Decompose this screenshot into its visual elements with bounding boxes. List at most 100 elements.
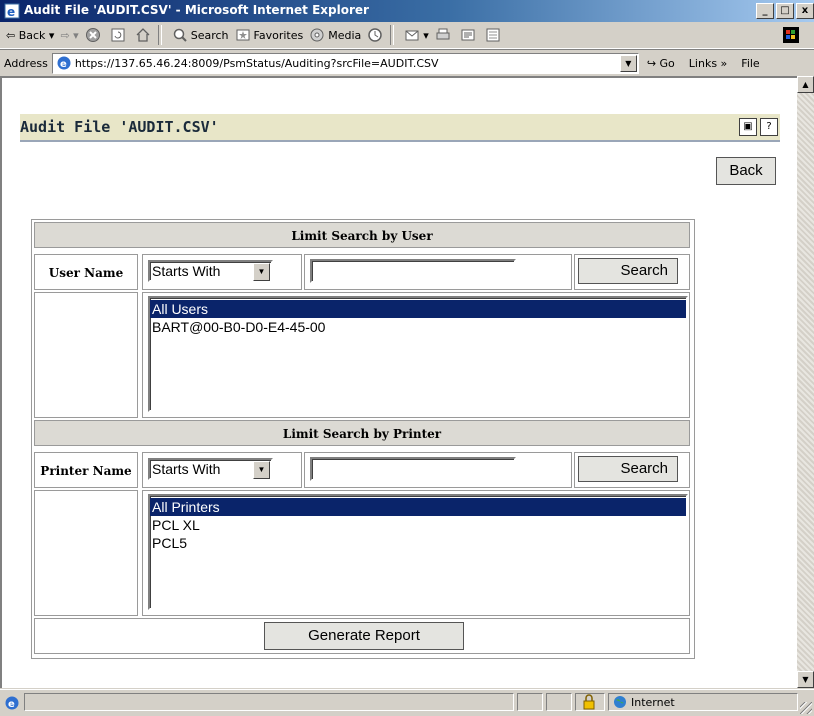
status-pane (546, 693, 572, 711)
search-icon (173, 28, 187, 42)
edit-button[interactable] (460, 27, 479, 43)
user-match-select[interactable]: Starts With ▼ (148, 260, 273, 282)
address-url: https://137.65.46.24:8009/PsmStatus/Audi… (74, 56, 439, 70)
svg-text:e: e (8, 699, 15, 710)
user-search-button[interactable]: Search (578, 258, 678, 284)
printer-list-label-cell (34, 490, 138, 616)
print-button[interactable] (435, 27, 454, 43)
address-dropdown-button[interactable]: ▼ (619, 54, 637, 72)
printer-match-value: Starts With (152, 461, 221, 477)
home-button[interactable] (135, 27, 154, 43)
page-status-icon: e (5, 696, 19, 710)
address-input[interactable]: e https://137.65.46.24:8009/PsmStatus/Au… (51, 52, 639, 74)
page-header-band: Audit File 'AUDIT.CSV' ▣ ? (20, 114, 780, 142)
favorites-label: Favorites (253, 28, 304, 42)
forward-button[interactable]: ⇨ ▾ (60, 29, 78, 42)
windows-flag-icon (783, 27, 799, 43)
help-icon[interactable]: ? (760, 118, 778, 136)
back-button-label: Back (729, 162, 763, 179)
search-button[interactable]: Search (172, 27, 229, 43)
favorites-button[interactable]: Favorites (235, 27, 304, 43)
user-name-label: User Name (34, 254, 138, 290)
windows-logo-icon (783, 27, 802, 43)
status-pane (575, 693, 605, 711)
media-icon (310, 28, 324, 42)
chevron-down-icon: ▾ (45, 28, 55, 42)
search-label: Search (190, 28, 229, 42)
history-icon (368, 28, 383, 42)
go-label: Go (659, 56, 675, 70)
globe-icon (614, 696, 626, 708)
scroll-up-arrow-icon[interactable]: ▲ (797, 76, 814, 93)
chevron-down-icon: ▼ (253, 461, 270, 479)
stop-icon (85, 28, 100, 42)
page-title: Audit File 'AUDIT.CSV' (20, 118, 219, 136)
back-nav-button[interactable]: ⇦ Back ▾ (6, 29, 54, 42)
status-message-pane (24, 693, 514, 711)
favorites-icon (236, 29, 250, 41)
vertical-scrollbar[interactable]: ▲ ▼ (797, 76, 814, 688)
list-item[interactable]: All Users (150, 300, 686, 318)
generate-report-button[interactable]: Generate Report (264, 622, 464, 650)
user-match-value: Starts With (152, 263, 221, 279)
home-icon (136, 28, 150, 42)
print-page-icon[interactable]: ▣ (739, 118, 757, 136)
audit-search-form: Limit Search by User User Name Starts Wi… (31, 219, 695, 659)
list-item[interactable]: All Printers (150, 498, 686, 516)
printer-search-button[interactable]: Search (578, 456, 678, 482)
printer-listbox[interactable]: All Printers PCL XL PCL5 (148, 494, 688, 610)
menu-file[interactable]: File (741, 57, 759, 70)
stop-button[interactable] (85, 27, 104, 43)
mail-icon (405, 30, 419, 41)
status-pane (517, 693, 543, 711)
ie-icon: e (4, 3, 20, 19)
printer-name-label: Printer Name (34, 452, 138, 488)
refresh-button[interactable] (110, 27, 129, 43)
list-item[interactable]: PCL XL (150, 516, 686, 534)
toolbar-divider (390, 25, 395, 45)
list-item[interactable]: BART@00-B0-D0-E4-45-00 (150, 318, 686, 336)
user-search-input[interactable] (310, 259, 516, 283)
minimize-button[interactable]: _ (756, 3, 774, 19)
window-title: Audit File 'AUDIT.CSV' - Microsoft Inter… (24, 3, 369, 17)
back-button[interactable]: Back (716, 157, 776, 185)
media-label: Media (328, 28, 362, 42)
user-listbox[interactable]: All Users BART@00-B0-D0-E4-45-00 (148, 296, 688, 412)
page-icon: e (57, 56, 71, 70)
discuss-button[interactable] (485, 27, 504, 43)
chevron-down-icon: ▼ (253, 263, 270, 281)
toolbar-divider (157, 25, 162, 45)
user-section-heading: Limit Search by User (34, 222, 690, 248)
back-arrow-icon: ⇦ (6, 28, 19, 42)
resize-grip[interactable] (800, 702, 812, 714)
address-label: Address (4, 56, 48, 70)
address-bar: Address e https://137.65.46.24:8009/PsmS… (0, 49, 814, 76)
edit-icon (461, 29, 475, 41)
print-icon (436, 28, 450, 40)
media-button[interactable]: Media (309, 27, 361, 43)
links-button[interactable]: Links » (689, 57, 728, 70)
status-bar: e Internet (0, 689, 814, 716)
scroll-down-arrow-icon[interactable]: ▼ (797, 671, 814, 688)
go-arrow-icon: ↪ (646, 56, 660, 70)
user-list-label-cell (34, 292, 138, 418)
history-button[interactable] (367, 27, 386, 43)
list-item[interactable]: PCL5 (150, 534, 686, 552)
maximize-button[interactable]: □ (776, 3, 794, 19)
close-button[interactable]: x (796, 3, 814, 19)
back-nav-label: Back (18, 28, 46, 42)
svg-text:e: e (60, 59, 67, 70)
links-label: Links (688, 56, 718, 70)
printer-search-input[interactable] (310, 457, 516, 481)
discuss-icon (486, 28, 500, 42)
refresh-icon (111, 28, 125, 42)
go-button[interactable]: ↪ Go (647, 57, 675, 70)
printer-match-select[interactable]: Starts With ▼ (148, 458, 273, 480)
zone-pane: Internet (608, 693, 798, 711)
window-titlebar[interactable]: e Audit File 'AUDIT.CSV' - Microsoft Int… (0, 0, 814, 22)
lock-icon (583, 694, 595, 710)
svg-text:e: e (7, 5, 15, 19)
browser-toolbar: ⇦ Back ▾ ⇨ ▾ Search Favorites Media ▾ (0, 22, 814, 49)
mail-button[interactable]: ▾ (404, 27, 429, 43)
chevron-down-icon: ▾ (423, 28, 429, 42)
